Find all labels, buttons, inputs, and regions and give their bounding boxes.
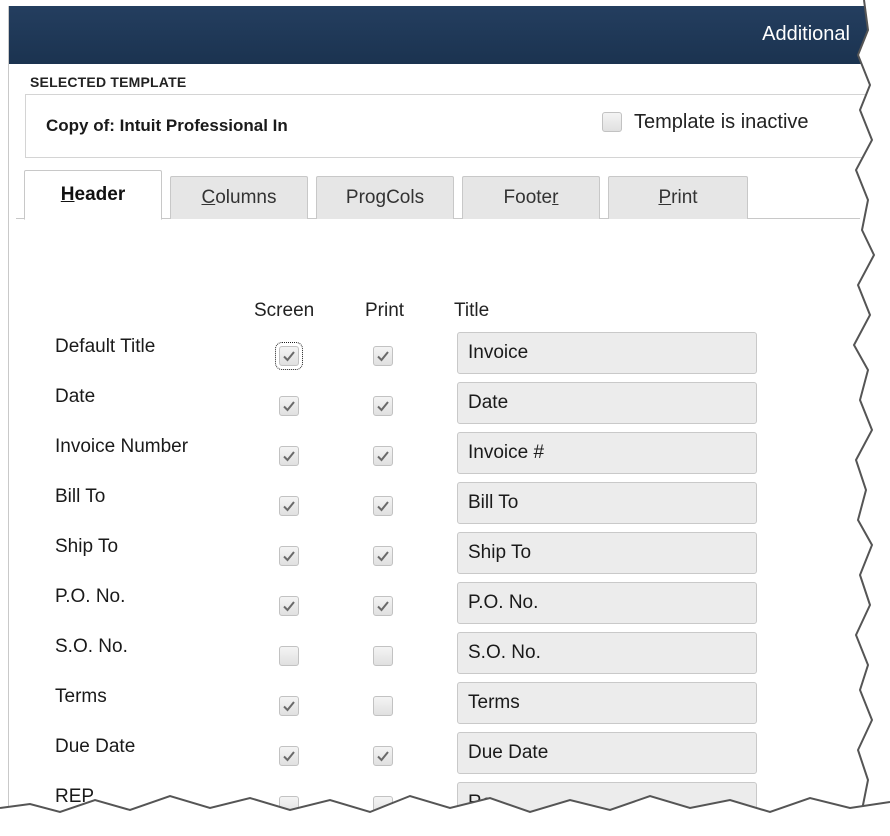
title-field[interactable]: Terms [457, 682, 757, 724]
print-checkbox[interactable] [373, 746, 393, 766]
torn-edge-bottom [0, 794, 890, 836]
field-label: Terms [55, 686, 107, 707]
print-checkbox[interactable] [373, 646, 393, 666]
print-checkbox[interactable] [373, 696, 393, 716]
title-field[interactable]: S.O. No. [457, 632, 757, 674]
title-field[interactable]: Invoice # [457, 432, 757, 474]
field-label: Default Title [55, 336, 156, 357]
screen-checkbox[interactable] [279, 696, 299, 716]
tab-columns[interactable]: Columns [170, 176, 308, 219]
tab-label-part: eader [74, 184, 126, 205]
torn-edge-right [852, 0, 890, 836]
print-checkbox[interactable] [373, 496, 393, 516]
title-field[interactable]: Ship To [457, 532, 757, 574]
tab-prog-cols[interactable]: Pro g Cols [316, 176, 454, 219]
selected-template-legend: SELECTED TEMPLATE [24, 74, 193, 90]
field-label: Ship To [55, 536, 119, 557]
tab-accelerator-key: P [658, 187, 672, 208]
title-field[interactable]: P.O. No. [457, 582, 757, 624]
template-inactive-label: Template is inactive [634, 110, 809, 133]
field-label: P.O. No. [55, 586, 126, 607]
column-header-print: Print [365, 300, 405, 321]
tab-header[interactable]: Header [24, 170, 162, 220]
tab-accelerator-key: C [201, 187, 216, 208]
screen-checkbox[interactable] [275, 342, 303, 370]
column-header-screen: Screen [254, 300, 315, 321]
title-field[interactable]: Date [457, 382, 757, 424]
tab-label-part: Cols [386, 187, 425, 208]
column-header-title: Title [454, 300, 490, 321]
tab-footer[interactable]: Foote r [462, 176, 600, 219]
tab-label-part: Foote [503, 187, 553, 208]
screen-checkbox[interactable] [279, 546, 299, 566]
template-name: Copy of: Intuit Professional In [46, 116, 288, 135]
print-checkbox[interactable] [373, 346, 393, 366]
tab-accelerator-key: H [60, 184, 75, 205]
tab-label-part: Pro [345, 187, 376, 208]
field-label: Invoice Number [55, 436, 189, 457]
screen-checkbox[interactable] [279, 396, 299, 416]
print-checkbox[interactable] [373, 596, 393, 616]
screen-checkbox[interactable] [279, 446, 299, 466]
field-label: S.O. No. [55, 636, 128, 657]
screen-checkbox[interactable] [279, 596, 299, 616]
print-checkbox[interactable] [373, 546, 393, 566]
template-inactive-toggle[interactable]: Template is inactive [602, 109, 809, 135]
tab-accelerator-key: r [552, 187, 559, 208]
tab-accelerator-key: g [375, 187, 387, 208]
tab-label-part: rint [671, 187, 698, 208]
print-checkbox[interactable] [373, 446, 393, 466]
screen-checkbox[interactable] [279, 496, 299, 516]
tab-print[interactable]: Print [608, 176, 748, 219]
print-checkbox[interactable] [373, 396, 393, 416]
template-inactive-checkbox[interactable] [602, 112, 622, 132]
tab-label-part: olumns [215, 187, 277, 208]
field-label: Bill To [55, 486, 106, 507]
title-field[interactable]: Due Date [457, 732, 757, 774]
title-bar: Additional [9, 6, 868, 64]
screen-checkbox[interactable] [279, 646, 299, 666]
title-field[interactable]: Bill To [457, 482, 757, 524]
screen-checkbox[interactable] [279, 746, 299, 766]
window-title: Additional [762, 23, 850, 45]
field-label: Date [55, 386, 96, 407]
title-field[interactable]: Invoice [457, 332, 757, 374]
field-label: Due Date [55, 736, 136, 757]
